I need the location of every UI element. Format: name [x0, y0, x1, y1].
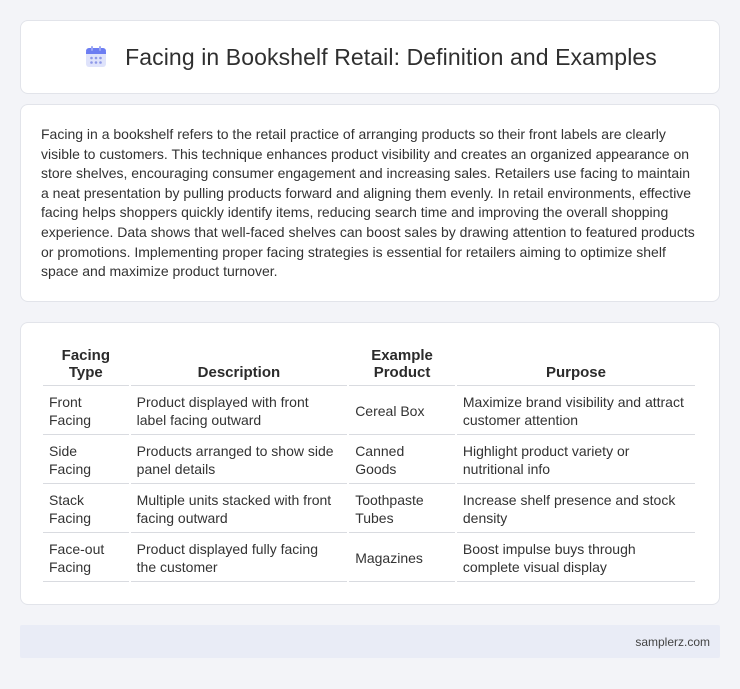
table-row: Side Facing Products arranged to show si…	[43, 435, 695, 484]
cell-description: Multiple units stacked with front facing…	[130, 484, 348, 533]
intro-card: Facing in a bookshelf refers to the reta…	[20, 104, 720, 302]
cell-facing-type: Side Facing	[43, 435, 129, 484]
header-description: Description	[130, 341, 348, 386]
table-header-row: Facing Type Description Example Product …	[43, 341, 695, 386]
table-row: Front Facing Product displayed with fron…	[43, 386, 695, 435]
cell-description: Products arranged to show side panel det…	[130, 435, 348, 484]
footer-site-link[interactable]: samplerz.com	[635, 635, 710, 649]
cell-example-product: Toothpaste Tubes	[349, 484, 455, 533]
cell-description: Product displayed fully facing the custo…	[130, 533, 348, 582]
cell-example-product: Cereal Box	[349, 386, 455, 435]
header-facing-type: Facing Type	[43, 341, 129, 386]
table-row: Face-out Facing Product displayed fully …	[43, 533, 695, 582]
cell-purpose: Maximize brand visibility and attract cu…	[456, 386, 695, 435]
header-example-product: Example Product	[349, 341, 455, 386]
cell-example-product: Canned Goods	[349, 435, 455, 484]
cell-facing-type: Front Facing	[43, 386, 129, 435]
cell-example-product: Magazines	[349, 533, 455, 582]
cell-facing-type: Stack Facing	[43, 484, 129, 533]
header: Facing in Bookshelf Retail: Definition a…	[83, 44, 657, 71]
footer-bar: samplerz.com	[20, 625, 720, 658]
facing-table: Facing Type Description Example Product …	[41, 341, 697, 582]
header-purpose: Purpose	[456, 341, 695, 386]
page-title: Facing in Bookshelf Retail: Definition a…	[125, 43, 657, 70]
cell-facing-type: Face-out Facing	[43, 533, 129, 582]
cell-description: Product displayed with front label facin…	[130, 386, 348, 435]
cell-purpose: Increase shelf presence and stock densit…	[456, 484, 695, 533]
calendar-icon	[83, 44, 109, 70]
table-card: Facing Type Description Example Product …	[20, 322, 720, 605]
header-card: Facing in Bookshelf Retail: Definition a…	[20, 20, 720, 94]
cell-purpose: Highlight product variety or nutritional…	[456, 435, 695, 484]
table-row: Stack Facing Multiple units stacked with…	[43, 484, 695, 533]
cell-purpose: Boost impulse buys through complete visu…	[456, 533, 695, 582]
intro-paragraph: Facing in a bookshelf refers to the reta…	[41, 126, 695, 280]
